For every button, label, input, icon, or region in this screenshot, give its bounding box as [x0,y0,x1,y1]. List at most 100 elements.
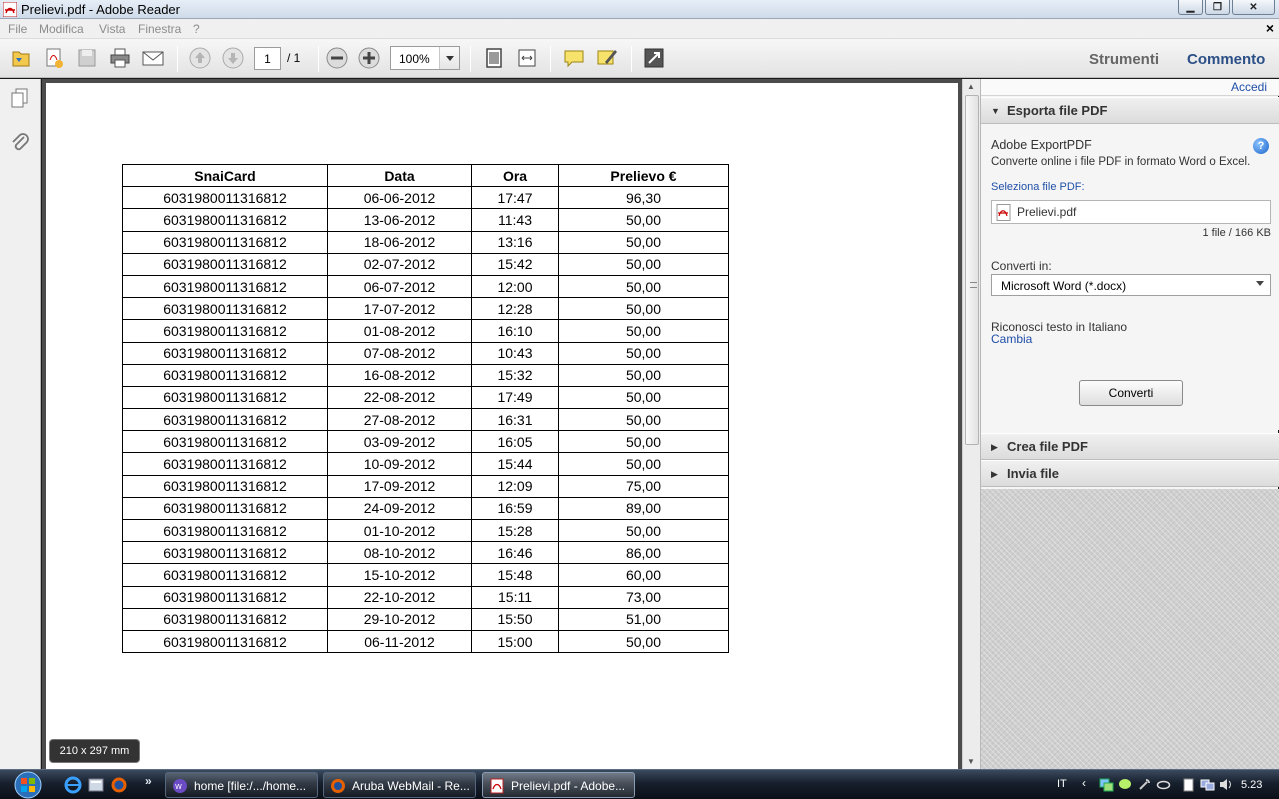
vertical-scrollbar[interactable]: ▲ ▼ [962,79,980,769]
menu-modifica[interactable]: Modifica [39,22,84,36]
change-language-link[interactable]: Cambia [991,332,1032,346]
create-pdf-button[interactable] [42,47,66,69]
next-page-button[interactable] [221,47,245,69]
device-icon[interactable] [1156,777,1171,792]
page-thumbnails-icon[interactable] [8,87,32,111]
selected-file-field[interactable]: Prelievi.pdf [991,200,1271,224]
table-row: 6031980011316812 15-10-2012 15:48 60,00 [122,563,729,587]
export-pdf-header[interactable]: ▼ Esporta file PDF [981,97,1279,124]
show-desktop-icon[interactable] [87,776,105,794]
table-cell: 6031980011316812 [122,496,328,521]
previous-page-button[interactable] [188,47,212,69]
menu-bar: File Modifica Vista Finestra ? × [0,19,1279,39]
fit-page-button[interactable] [482,47,506,69]
select-file-label: Seleziona file PDF: [991,181,1085,193]
internet-explorer-icon[interactable] [64,776,82,794]
close-window-button[interactable]: ✕ [1232,0,1275,15]
highlight-button[interactable] [595,47,619,69]
table-cell: 50,00 [558,363,729,387]
menu-help[interactable]: ? [193,22,200,36]
print-icon [110,48,130,68]
convert-format-select[interactable]: Microsoft Word (*.docx) [991,274,1271,296]
document-view[interactable]: SnaiCard Data Ora Prelievo € 60319800113168… [42,79,962,769]
print-button[interactable] [108,47,132,69]
zoom-select[interactable]: 100% [390,46,460,70]
language-indicator[interactable]: IT [1057,778,1067,790]
scroll-up-icon[interactable]: ▲ [967,82,975,91]
table-row: 6031980011316812 10-09-2012 15:44 50,00 [122,452,729,476]
table-row: 6031980011316812 01-10-2012 15:28 50,00 [122,518,729,543]
table-cell: 50,00 [558,452,729,476]
table-cell: 15:48 [471,563,559,587]
task-adobe-reader[interactable]: Prelievi.pdf - Adobe... [482,772,635,798]
email-button[interactable] [141,47,165,69]
attachments-paperclip-icon[interactable] [8,131,32,155]
table-cell: 6031980011316812 [122,274,328,299]
scrollbar-thumb[interactable] [965,95,979,445]
clock: 5.23 [1241,779,1263,791]
network-status-icon[interactable] [1200,777,1215,792]
minimize-button[interactable]: ▁ [1178,0,1203,15]
network-icon[interactable] [1099,777,1114,792]
table-cell: 50,00 [558,230,729,254]
page-number-input[interactable] [254,47,281,70]
service-title: Adobe ExportPDF [991,138,1092,152]
table-cell: 02-07-2012 [327,252,472,276]
task-home[interactable]: W home [file:/.../home... [165,772,318,798]
table-row: 6031980011316812 27-08-2012 16:31 50,00 [122,408,729,432]
pdf-page: SnaiCard Data Ora Prelievo € 60319800113168… [46,83,958,769]
chat-icon[interactable] [1118,777,1133,792]
fit-width-button[interactable] [515,47,539,69]
maximize-button[interactable]: ❐ [1205,0,1230,15]
help-icon[interactable]: ? [1253,138,1269,154]
firefox-icon[interactable] [110,776,128,794]
table-cell: 15:44 [471,452,559,476]
add-comment-button[interactable] [562,47,586,69]
pane-empty-area [981,489,1279,769]
table-cell: 07-08-2012 [327,341,472,365]
save-icon [78,49,96,67]
table-cell: 6031980011316812 [122,629,328,654]
menu-vista[interactable]: Vista [99,22,125,36]
convert-button[interactable]: Converti [1079,380,1183,406]
table-row: 6031980011316812 13-06-2012 11:43 50,00 [122,208,729,232]
fit-width-icon [518,49,536,67]
zoom-dropdown-button[interactable] [439,47,459,69]
close-document-icon[interactable]: × [1266,20,1274,36]
volume-icon[interactable] [1218,777,1233,792]
table-cell: 89,00 [558,496,729,521]
task-home-label: home [file:/.../home... [194,779,307,793]
commento-tab[interactable]: Commento [1187,51,1265,68]
scroll-down-icon[interactable]: ▼ [967,757,975,766]
table-cell: 17-07-2012 [327,297,472,321]
task-webmail[interactable]: Aruba WebMail - Re... [323,772,476,798]
tools-icon[interactable] [1137,777,1152,792]
start-orb-icon[interactable] [10,770,46,799]
table-cell: 12:00 [471,274,559,299]
send-file-header[interactable]: ▶ Invia file [981,460,1279,487]
window-title: Prelievi.pdf - Adobe Reader [21,2,180,17]
table-cell: 51,00 [558,607,729,631]
quick-launch-overflow-icon[interactable]: » [145,774,152,788]
tray-expand-icon[interactable]: ‹ [1082,776,1086,790]
save-button[interactable] [75,47,99,69]
table-cell: 15:28 [471,518,559,543]
create-pdf-header[interactable]: ▶ Crea file PDF [981,433,1279,460]
table-row: 6031980011316812 29-10-2012 15:50 51,00 [122,607,729,631]
menu-file[interactable]: File [8,22,27,36]
table-cell: 6031980011316812 [122,363,328,387]
minus-icon [326,47,348,69]
menu-finestra[interactable]: Finestra [138,22,181,36]
column-header: Ora [471,163,559,188]
open-button[interactable] [9,47,33,69]
file-info: 1 file / 166 KB [1202,227,1272,239]
zoom-out-button[interactable] [325,47,349,69]
clipboard-icon[interactable] [1181,777,1196,792]
zoom-in-button[interactable] [357,47,381,69]
adobe-reader-icon [3,2,17,17]
full-screen-button[interactable] [642,47,666,69]
strumenti-tab[interactable]: Strumenti [1089,51,1159,68]
table-cell: 06-11-2012 [327,629,472,654]
accedi-link[interactable]: Accedi [1231,80,1267,94]
table-cell: 18-06-2012 [327,230,472,254]
